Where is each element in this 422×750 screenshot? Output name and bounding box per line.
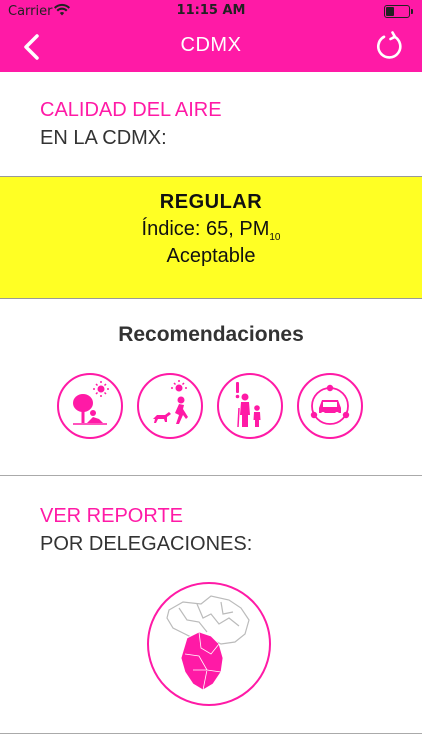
- bottom-divider: [0, 733, 422, 734]
- car-usage-icon[interactable]: [297, 373, 363, 439]
- outdoor-activities-icon[interactable]: [57, 373, 123, 439]
- pm-subscript: 10: [269, 232, 281, 243]
- air-quality-panel: REGULAR Índice: 65, PM10 Aceptable: [0, 176, 422, 299]
- report-subtitle: POR DELEGACIONES:: [40, 533, 253, 555]
- air-quality-title: CALIDAD DEL AIRE: [40, 99, 222, 121]
- refresh-button[interactable]: [374, 31, 406, 63]
- index-text: Índice: 65, PM: [141, 218, 270, 240]
- vulnerable-groups-icon[interactable]: [217, 373, 283, 439]
- recommendations-title: Recomendaciones: [118, 323, 304, 346]
- status-bar: Carrier 11:15 AM: [0, 0, 422, 22]
- divider: [0, 475, 422, 476]
- air-quality-index: Índice: 65, PM10: [0, 218, 422, 243]
- battery-icon: [384, 5, 413, 18]
- cdmx-delegaciones-map-icon[interactable]: [147, 582, 271, 706]
- report-title[interactable]: VER REPORTE: [40, 502, 183, 530]
- air-quality-level: REGULAR: [159, 191, 263, 213]
- page-title: CDMX: [180, 34, 242, 56]
- refresh-icon: [377, 31, 402, 59]
- air-quality-status: Aceptable: [166, 245, 256, 267]
- navigation-bar: CDMX: [0, 22, 422, 72]
- clock: 11:15 AM: [176, 3, 246, 18]
- air-quality-subtitle: EN LA CDMX:: [40, 127, 167, 149]
- recommendations-icons: [57, 373, 367, 441]
- outdoor-exercise-icon[interactable]: [137, 373, 203, 439]
